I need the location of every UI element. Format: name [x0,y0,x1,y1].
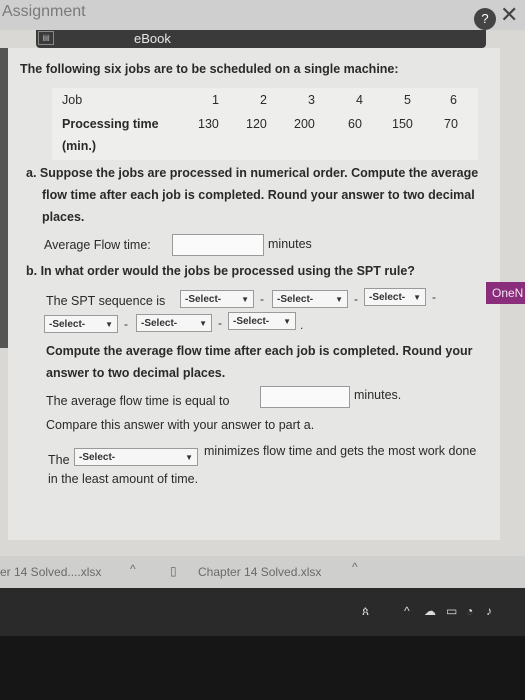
select-text: -Select- [141,318,178,329]
table-header-job: Job [62,93,83,107]
book-icon: ▤ [38,31,54,45]
onenote-tab[interactable]: OneN [486,282,525,304]
dropdown-arrow-icon: ▼ [185,453,193,462]
dropdown-arrow-icon: ▼ [199,319,207,328]
chevron-up-icon[interactable]: ^ [352,560,358,574]
table-header-unit: (min.) [62,139,97,153]
left-rail [0,48,8,348]
screen-bezel [0,636,525,700]
job-number: 2 [260,93,267,107]
screen: Assignment ? ✕ ▤ eBook The following six… [0,0,525,700]
dropdown-arrow-icon: ▼ [335,295,343,304]
download-bar: er 14 Solved....xlsx ^ ▯ Chapter 14 Solv… [0,556,525,588]
select-text: -Select- [369,292,406,303]
download-item[interactable]: Chapter 14 Solved.xlsx [198,565,321,579]
compute-line1: Compute the average flow time after each… [46,344,473,358]
dropdown-arrow-icon: ▼ [241,295,249,304]
problem-intro: The following six jobs are to be schedul… [20,62,399,76]
rule-select[interactable]: -Select- ▼ [74,448,198,466]
close-icon[interactable]: ✕ [500,2,518,28]
part-a-line3: places. [42,210,85,224]
compute-line2: answer to two decimal places. [46,366,226,380]
processing-time: 60 [348,117,362,131]
spt-sequence-label: The SPT sequence is [46,294,166,308]
separator: - [354,292,358,306]
select-text: -Select- [233,316,270,327]
file-icon: ▯ [170,564,177,578]
spt-avg-label: The average flow time is equal to [46,394,230,408]
chevron-up-icon[interactable]: ^ [130,562,136,576]
volume-icon[interactable]: ♪ [486,604,492,618]
spt-select-5[interactable]: -Select- ▼ [136,314,212,332]
question-content: The following six jobs are to be schedul… [8,48,500,540]
processing-time: 200 [294,117,315,131]
spt-select-3[interactable]: -Select- ▼ [364,288,426,306]
cloud-icon[interactable]: ☁ [424,604,436,618]
job-number: 4 [356,93,363,107]
the-label: The [48,453,70,467]
part-b-question: b. In what order would the jobs be proce… [26,264,415,278]
spt-avg-unit: minutes. [354,388,402,402]
download-item[interactable]: er 14 Solved....xlsx [0,565,101,579]
processing-time: 130 [198,117,219,131]
conclusion-line2: in the least amount of time. [48,472,199,486]
chevron-up-icon[interactable]: ^ [404,604,410,618]
avg-flow-time-input[interactable] [172,234,264,256]
separator: - [124,317,128,331]
compare-text: Compare this answer with your answer to … [46,418,315,432]
select-text: -Select- [49,319,86,330]
dropdown-arrow-icon: ▼ [105,320,113,329]
part-a-line1: a. Suppose the jobs are processed in num… [26,166,479,180]
job-number: 3 [308,93,315,107]
processing-time: 150 [392,117,413,131]
select-text: -Select- [185,294,222,305]
separator: - [218,316,222,330]
select-text: -Select- [79,452,116,463]
spt-select-4[interactable]: -Select- ▼ [44,315,118,333]
separator: - [432,290,436,304]
jobs-table: Job Processing time (min.) 1 2 3 4 5 6 1… [52,88,478,160]
avg-flow-time-label: Average Flow time: [44,238,151,252]
dropdown-arrow-icon: ▼ [283,317,291,326]
help-icon[interactable]: ? [474,8,496,30]
app-title: Assignment [2,3,86,20]
conclusion-line1: minimizes flow time and gets the most wo… [204,444,477,458]
battery-icon[interactable]: ▭ [446,604,457,618]
avg-flow-time-unit: minutes [268,237,312,251]
app-header: Assignment ? ✕ [0,0,525,30]
job-number: 1 [212,93,219,107]
spt-select-2[interactable]: -Select- ▼ [272,290,348,308]
part-a-line2: flow time after each job is completed. R… [42,188,475,202]
spt-select-1[interactable]: -Select- ▼ [180,290,254,308]
processing-time: 70 [444,117,458,131]
processing-time: 120 [246,117,267,131]
separator: - [260,292,264,306]
select-text: -Select- [277,294,314,305]
wifi-icon[interactable]: ◔ [466,604,473,618]
period: . [300,318,304,332]
people-icon[interactable]: ጰ [362,604,369,619]
spt-avg-input[interactable] [260,386,350,408]
ebook-tab[interactable]: ▤ eBook [36,30,486,48]
ebook-label: eBook [134,31,171,46]
table-header-processing-time: Processing time [62,117,159,131]
job-number: 5 [404,93,411,107]
spt-select-6[interactable]: -Select- ▼ [228,312,296,330]
job-number: 6 [450,93,457,107]
dropdown-arrow-icon: ▼ [413,293,421,302]
